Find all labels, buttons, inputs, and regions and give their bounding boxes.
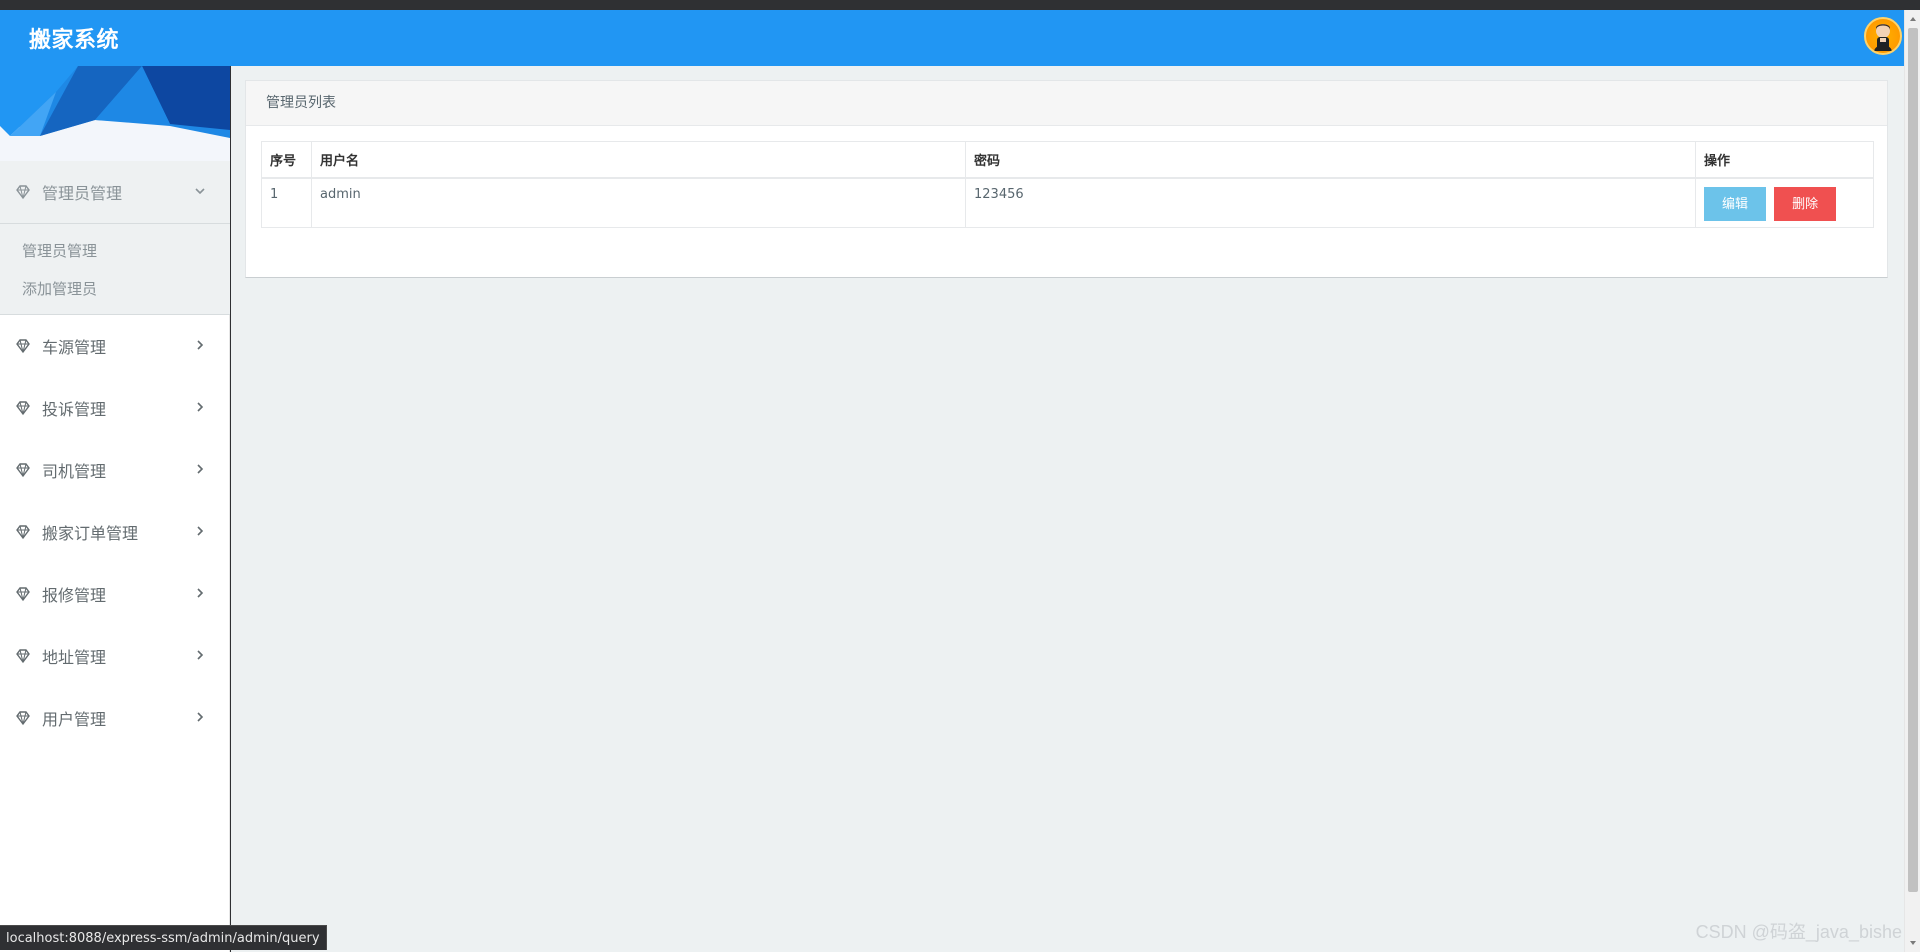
- sidebar-item-label: 管理员管理: [42, 184, 123, 203]
- edit-button[interactable]: 编辑: [1704, 186, 1767, 221]
- sidebar-item-label: 报修管理: [42, 586, 107, 605]
- sidebar-item-label: 搬家订单管理: [42, 524, 139, 543]
- chevron-right-icon: [192, 399, 208, 415]
- scroll-down-arrow-icon[interactable]: [1908, 938, 1918, 948]
- admin-table-wrap: 序号 用户名 密码 操作 1 admin 123456 编辑 删除: [261, 141, 1874, 228]
- sidebar-item-label: 司机管理: [42, 462, 107, 481]
- user-avatar-icon[interactable]: [1864, 17, 1902, 55]
- diamond-icon: [14, 523, 32, 541]
- chevron-right-icon: [192, 461, 208, 477]
- scroll-thumb[interactable]: [1908, 28, 1918, 892]
- scroll-up-arrow-icon[interactable]: [1908, 14, 1918, 24]
- sidebar-submenu-admin: 管理员管理 添加管理员: [0, 223, 230, 315]
- browser-top-strip: [0, 0, 1920, 10]
- sidebar-item-driver[interactable]: 司机管理: [0, 439, 230, 501]
- diamond-icon: [14, 183, 32, 201]
- panel-title: 管理员列表: [246, 81, 1887, 126]
- cell-index: 1: [261, 177, 312, 228]
- sidebar-item-address[interactable]: 地址管理: [0, 625, 230, 687]
- cell-username: admin: [311, 177, 966, 228]
- chevron-right-icon: [192, 709, 208, 725]
- sidebar-item-label: 车源管理: [42, 338, 107, 357]
- sidebar-item-admin-management[interactable]: 管理员管理: [0, 161, 230, 223]
- column-header-username: 用户名: [311, 141, 966, 179]
- main-content: 管理员列表 序号 用户名 密码 操作 1 admin 123456 编辑 删除: [231, 66, 1904, 952]
- delete-button[interactable]: 删除: [1774, 186, 1837, 221]
- sidebar-item-label: 地址管理: [42, 648, 107, 667]
- diamond-icon: [14, 337, 32, 355]
- brand-title: 搬家系统: [29, 28, 120, 53]
- app-header: 搬家系统: [0, 10, 1904, 66]
- sidebar-item-complaint[interactable]: 投诉管理: [0, 377, 230, 439]
- chevron-right-icon: [192, 647, 208, 663]
- diamond-icon: [14, 461, 32, 479]
- chevron-right-icon: [192, 523, 208, 539]
- cell-password: 123456: [965, 177, 1696, 228]
- chevron-right-icon: [192, 585, 208, 601]
- sidebar-item-repair[interactable]: 报修管理: [0, 563, 230, 625]
- column-header-index: 序号: [261, 141, 312, 179]
- sidebar-item-user[interactable]: 用户管理: [0, 687, 230, 749]
- sidebar-item-moving-orders[interactable]: 搬家订单管理: [0, 501, 230, 563]
- diamond-icon: [14, 585, 32, 603]
- sidebar-item-label: 投诉管理: [42, 400, 107, 419]
- chevron-right-icon: [192, 337, 208, 353]
- submenu-item-admin-management[interactable]: 管理员管理: [0, 232, 230, 270]
- table-header-row: 序号 用户名 密码 操作: [261, 141, 1874, 179]
- table-row: 1 admin 123456 编辑 删除: [261, 177, 1874, 228]
- sidebar: 管理员管理 管理员管理 添加管理员 车源管理 投诉管理 司机管理 搬家订单管理 …: [0, 66, 230, 952]
- browser-status-url: localhost:8088/express-ssm/admin/admin/q…: [0, 925, 327, 950]
- sidebar-menu: 管理员管理 管理员管理 添加管理员 车源管理 投诉管理 司机管理 搬家订单管理 …: [0, 161, 230, 749]
- sidebar-item-vehicle[interactable]: 车源管理: [0, 315, 230, 377]
- column-header-password: 密码: [965, 141, 1696, 179]
- diamond-icon: [14, 399, 32, 417]
- admin-table: 序号 用户名 密码 操作 1 admin 123456 编辑 删除: [261, 141, 1874, 228]
- cell-actions: 编辑 删除: [1695, 177, 1874, 228]
- sidebar-item-label: 用户管理: [42, 710, 107, 729]
- submenu-item-add-admin[interactable]: 添加管理员: [0, 270, 230, 308]
- column-header-actions: 操作: [1695, 141, 1874, 179]
- watermark-text: CSDN @码盗_java_bishe: [1695, 922, 1902, 942]
- vertical-scrollbar[interactable]: [1904, 10, 1920, 952]
- diamond-icon: [14, 709, 32, 727]
- sidebar-banner-graphic: [0, 66, 230, 161]
- chevron-down-icon: [192, 183, 208, 199]
- admin-list-panel: 管理员列表 序号 用户名 密码 操作 1 admin 123456 编辑 删除: [245, 80, 1888, 278]
- diamond-icon: [14, 647, 32, 665]
